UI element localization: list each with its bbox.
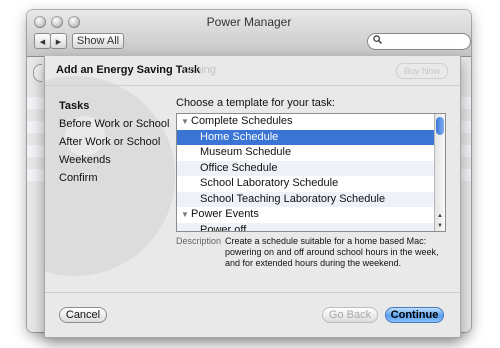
group-power-events[interactable]: ▼ Power Events <box>177 207 445 223</box>
template-prompt: Choose a template for your task: <box>176 97 335 109</box>
step-weekends: Weekends <box>59 154 111 166</box>
window-title: Power Manager <box>206 15 292 29</box>
wizard-steps: Tasks Before Work or School After Work o… <box>59 97 169 187</box>
step-confirm: Confirm <box>59 172 98 184</box>
sheet-title: Add an Energy Saving Task <box>56 64 201 76</box>
template-home-schedule[interactable]: Home Schedule <box>177 129 445 145</box>
background-buy-now-button: Buy Now <box>396 63 448 79</box>
back-arrow-icon: ◀ <box>39 39 46 46</box>
background-segmented-control <box>33 64 42 82</box>
disclosure-triangle-icon[interactable]: ▼ <box>179 207 191 223</box>
back-button[interactable]: ◀ <box>34 33 51 49</box>
footer-divider <box>45 292 460 293</box>
scroll-thumb[interactable] <box>436 117 444 135</box>
group-label: Power Events <box>191 208 259 220</box>
forward-arrow-icon: ▶ <box>55 39 62 46</box>
background-status-text: unning <box>183 64 217 76</box>
title-bar: Power Manager ◀ ▶ Show All <box>27 10 471 57</box>
template-museum-schedule[interactable]: Museum Schedule <box>177 145 445 161</box>
template-school-teaching-laboratory-schedule[interactable]: School Teaching Laboratory Schedule <box>177 191 445 207</box>
scroll-down-arrow-icon[interactable]: ▼ <box>435 223 445 229</box>
add-task-sheet: Add an Energy Saving Task unning Buy Now… <box>44 56 461 338</box>
step-before-work: Before Work or School <box>59 118 170 130</box>
step-after-work: After Work or School <box>59 136 161 148</box>
show-all-button[interactable]: Show All <box>72 33 124 49</box>
description-label: Description <box>176 236 222 246</box>
group-complete-schedules[interactable]: ▼ Complete Schedules <box>177 114 445 130</box>
template-office-schedule[interactable]: Office Schedule <box>177 160 445 176</box>
step-tasks: Tasks <box>59 100 90 112</box>
scroll-up-arrow-icon[interactable]: ▲ <box>435 213 445 219</box>
description-text: Create a schedule suitable for a home ba… <box>225 236 439 268</box>
cancel-button[interactable]: Cancel <box>59 307 107 323</box>
disclosure-triangle-icon[interactable]: ▼ <box>179 114 191 130</box>
template-list[interactable]: ▼ Complete Schedules Home Schedule Museum… <box>176 113 446 232</box>
template-school-laboratory-schedule[interactable]: School Laboratory Schedule <box>177 176 445 192</box>
search-icon <box>373 35 382 44</box>
header-divider <box>45 85 460 86</box>
search-input[interactable] <box>367 33 471 50</box>
go-back-button[interactable]: Go Back <box>322 307 378 323</box>
template-list-scrollbar[interactable]: ▲ ▼ <box>434 114 445 231</box>
template-power-off[interactable]: Power off <box>177 222 445 231</box>
group-label: Complete Schedules <box>191 115 293 127</box>
continue-button[interactable]: Continue <box>385 307 444 323</box>
forward-button[interactable]: ▶ <box>50 33 67 49</box>
